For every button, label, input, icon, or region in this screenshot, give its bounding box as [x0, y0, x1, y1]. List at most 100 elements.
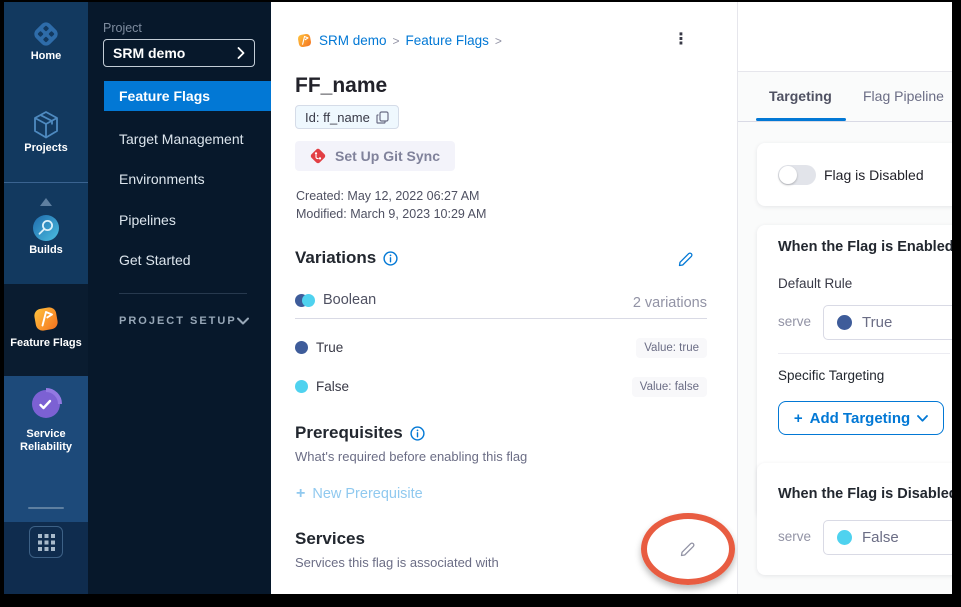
disabled-serve-select[interactable]: False — [823, 520, 952, 555]
variation-name: True — [316, 340, 343, 355]
tab-flag-pipeline[interactable]: Flag Pipeline — [863, 88, 944, 104]
chevron-right-icon — [237, 47, 245, 59]
project-setup-toggle[interactable]: PROJECT SETUP — [119, 315, 249, 327]
info-icon[interactable] — [410, 426, 425, 441]
new-prerequisite-button[interactable]: + New Prerequisite — [296, 485, 423, 503]
project-selector-value: SRM demo — [113, 45, 237, 61]
projects-icon — [30, 108, 62, 142]
variations-title: Variations — [295, 248, 376, 268]
breadcrumb-section-link[interactable]: Feature Flags — [406, 33, 489, 48]
sidebar-item-pipelines[interactable]: Pipelines — [119, 211, 176, 229]
variation-count: 2 variations — [633, 295, 707, 311]
tab-targeting[interactable]: Targeting — [769, 88, 832, 104]
variation-row-false: False — [295, 379, 349, 394]
feature-flags-icon — [28, 301, 64, 337]
disabled-rules-card: When the Flag is Disabled serve False — [757, 463, 952, 575]
plus-icon: + — [296, 485, 305, 503]
variation-type-row: Boolean — [295, 292, 376, 308]
builds-icon — [30, 212, 62, 244]
flag-id-chip: Id: ff_name — [295, 105, 399, 129]
false-variation-dot — [837, 530, 852, 545]
sidebar-item-environments[interactable]: Environments — [119, 170, 205, 188]
new-prerequisite-label: New Prerequisite — [312, 486, 422, 502]
tabs-divider — [738, 121, 952, 122]
project-selector[interactable]: SRM demo — [103, 39, 255, 67]
rail-item-label: Builds — [4, 244, 88, 257]
project-sidebar: Project SRM demo Feature Flags Target Ma… — [88, 2, 271, 594]
flag-name-title: FF_name — [295, 74, 387, 98]
grid-icon — [38, 534, 55, 551]
flag-detail-main: SRM demo > Feature Flags > ⋮ FF_name Id:… — [271, 2, 737, 594]
git-icon — [310, 148, 326, 164]
rail-item-label: Reliability — [4, 441, 88, 454]
project-setup-label: PROJECT SETUP — [119, 315, 237, 327]
feature-flags-crumb-icon — [296, 32, 313, 49]
module-rail: Home Projects — [4, 2, 88, 594]
modified-timestamp: Modified: March 9, 2023 10:29 AM — [296, 207, 486, 221]
flag-id-label: Id: ff_name — [305, 110, 370, 125]
rail-item-label: Feature Flags — [4, 337, 88, 350]
services-heading: Services — [295, 529, 365, 549]
project-section-label: Project — [103, 21, 142, 35]
rail-item-home[interactable]: Home — [4, 18, 88, 63]
rail-item-projects[interactable]: Projects — [4, 108, 88, 155]
rail-chevron-up-icon[interactable] — [40, 198, 52, 206]
home-icon — [30, 18, 62, 50]
card-divider — [778, 353, 950, 354]
services-title: Services — [295, 529, 365, 549]
rail-item-label: Service — [4, 428, 88, 441]
enabled-section-title: When the Flag is Enabled — [778, 239, 952, 255]
variation-row-true: True — [295, 340, 343, 355]
chevron-down-icon — [917, 415, 928, 422]
flag-state-card: Flag is Disabled — [757, 143, 952, 206]
default-serve-select[interactable]: True — [823, 305, 952, 340]
disabled-serve-value: False — [862, 529, 899, 546]
rail-item-service-reliability[interactable]: Service Reliability — [4, 386, 88, 454]
sidebar-item-label: Feature Flags — [119, 88, 210, 104]
false-variation-dot — [295, 380, 308, 393]
chevron-down-icon — [237, 317, 249, 325]
plus-icon: + — [794, 410, 803, 427]
breadcrumb-separator: > — [495, 34, 502, 48]
git-sync-button[interactable]: Set Up Git Sync — [295, 141, 455, 171]
targeting-panel-header — [738, 2, 952, 72]
module-grid-button[interactable] — [29, 526, 63, 558]
copy-icon[interactable] — [376, 111, 389, 124]
kebab-menu-icon[interactable]: ⋮ — [669, 28, 693, 52]
sidebar-item-get-started[interactable]: Get Started — [119, 251, 191, 269]
sidebar-item-feature-flags[interactable]: Feature Flags — [104, 81, 271, 111]
prerequisites-description: What's required before enabling this fla… — [295, 449, 527, 464]
variation-name: False — [316, 379, 349, 394]
flag-state-label: Flag is Disabled — [824, 167, 924, 183]
prerequisites-heading: Prerequisites — [295, 423, 425, 443]
disabled-section-title: When the Flag is Disabled — [778, 486, 952, 502]
breadcrumb-project-link[interactable]: SRM demo — [319, 33, 387, 48]
annotation-circle — [641, 513, 735, 585]
rail-item-builds[interactable]: Builds — [4, 212, 88, 257]
variation-value-badge: Value: true — [636, 338, 707, 358]
variations-divider — [295, 318, 707, 319]
sidebar-divider — [119, 293, 247, 294]
true-variation-dot — [837, 315, 852, 330]
serve-label: serve — [778, 314, 811, 329]
toggle-knob — [779, 166, 797, 184]
breadcrumb: SRM demo > Feature Flags > — [296, 32, 502, 49]
service-reliability-icon — [28, 386, 64, 422]
flag-enabled-toggle[interactable] — [778, 165, 816, 185]
variations-heading: Variations — [295, 248, 398, 268]
variation-type-label: Boolean — [323, 292, 376, 308]
serve-label: serve — [778, 529, 811, 544]
boolean-icon-overlap — [302, 294, 315, 307]
git-sync-label: Set Up Git Sync — [335, 148, 440, 164]
rail-item-label: Home — [4, 50, 88, 63]
info-icon[interactable] — [383, 251, 398, 266]
rail-divider — [4, 182, 88, 183]
sidebar-item-target-management[interactable]: Target Management — [119, 130, 244, 148]
edit-variations-icon[interactable] — [677, 251, 694, 268]
default-serve-value: True — [862, 314, 892, 331]
services-description: Services this flag is associated with — [295, 555, 499, 570]
add-targeting-button[interactable]: + Add Targeting — [778, 401, 944, 435]
rail-item-feature-flags[interactable]: Feature Flags — [4, 301, 88, 350]
app-window: Home Projects — [0, 0, 961, 607]
default-rule-label: Default Rule — [778, 276, 852, 291]
